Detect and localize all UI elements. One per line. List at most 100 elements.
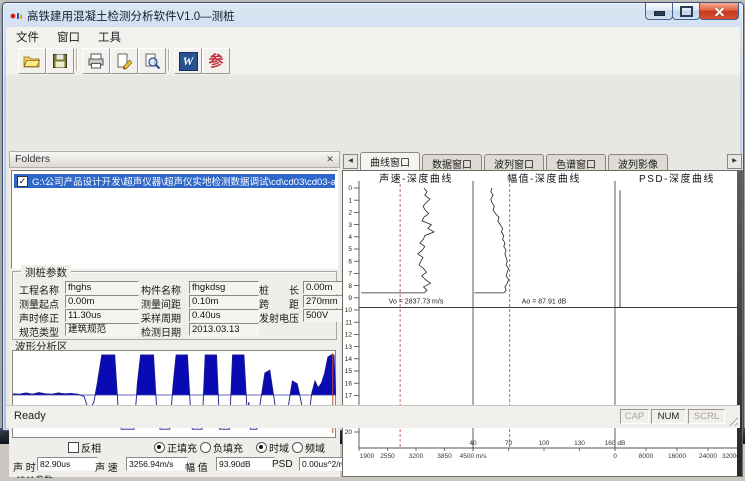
word-icon: W <box>179 52 198 71</box>
field-value-test_date[interactable]: 2013.03.13 <box>189 323 259 336</box>
open-file-button[interactable] <box>18 48 46 74</box>
word-export-button[interactable]: W <box>174 48 202 74</box>
svg-text:20: 20 <box>345 429 353 436</box>
svg-text:14: 14 <box>345 356 353 363</box>
file-list-item[interactable]: ✓ G:\公司产品设计开发\超声仪器\超声仪实地检测数据调试\cd\cd03\c… <box>14 174 335 188</box>
svg-text:12: 12 <box>345 332 353 339</box>
readout-value-1[interactable]: 3256.94m/s <box>126 457 188 471</box>
readout-value-0[interactable]: 82.90us <box>37 457 98 471</box>
save-button[interactable] <box>46 48 74 74</box>
print-preview-button[interactable] <box>138 48 166 74</box>
svg-text:16: 16 <box>345 380 353 387</box>
svg-text:8: 8 <box>348 283 352 290</box>
folders-panel-header[interactable]: Folders ✕ <box>9 151 340 168</box>
field-label-voltage: 发射电压 <box>259 310 299 325</box>
close-button[interactable] <box>699 3 739 20</box>
field-value-standard_type[interactable]: 建筑规范 <box>65 323 139 336</box>
field-label-standard_type: 规范类型 <box>19 324 59 339</box>
readout-value-3[interactable]: 0.00us^2/m <box>299 457 343 471</box>
field-label-project_name: 工程名称 <box>19 282 59 297</box>
svg-text:PSD-深度曲线: PSD-深度曲线 <box>639 172 715 185</box>
client-area: Folders ✕ ✓ G:\公司产品设计开发\超声仪器\超声仪实地检测数据调试… <box>6 75 740 406</box>
invert-label: 反相 <box>81 440 101 455</box>
vertical-scrollbar[interactable] <box>737 171 742 476</box>
folders-panel-title: Folders <box>15 153 50 165</box>
maximize-icon <box>680 6 693 17</box>
field-value-pile_length[interactable]: 0.00m <box>303 281 343 294</box>
maximize-button[interactable] <box>672 3 700 20</box>
svg-text:17: 17 <box>345 393 353 400</box>
field-value-sound_correction[interactable]: 11.30us <box>65 309 139 322</box>
svg-text:3200: 3200 <box>409 453 424 460</box>
readouts: 声 时82.90us声 速3256.94m/s幅 值93.90dBPSD0.00… <box>9 457 340 472</box>
print-setup-button[interactable] <box>110 48 138 74</box>
tab-scroll-left-icon[interactable]: ◀ <box>343 154 358 169</box>
menu-item-2[interactable]: 工具 <box>90 27 129 47</box>
tab-2[interactable]: 波列窗口 <box>484 154 544 170</box>
svg-text:15: 15 <box>345 368 353 375</box>
status-bar: Ready CAPNUMSCRL <box>6 405 740 428</box>
field-label-interval: 测量间距 <box>141 296 181 311</box>
field-value-sample_period[interactable]: 0.40us <box>189 309 259 322</box>
field-value-voltage[interactable]: 500V <box>303 309 343 322</box>
menu-item-0[interactable]: 文件 <box>8 27 47 47</box>
close-icon <box>714 6 725 17</box>
tab-3[interactable]: 色谱窗口 <box>546 154 606 170</box>
pile-params-title: 测桩参数 <box>21 265 71 280</box>
tab-4[interactable]: 波列影像 <box>608 154 668 170</box>
parameters-icon: 参 <box>208 54 223 69</box>
toolbar: W 参 <box>6 46 740 76</box>
curves-chart-area[interactable]: 01234567891011121314151617181920声速-深度曲线1… <box>342 170 743 477</box>
tab-strip: ◀ 曲线窗口数据窗口波列窗口色谱窗口波列影像 ▶ <box>342 151 743 170</box>
readout-value-2[interactable]: 93.90dB <box>216 457 275 471</box>
tab-scroll-right-icon[interactable]: ▶ <box>727 154 742 169</box>
svg-text:3850: 3850 <box>437 453 452 460</box>
parameters-button[interactable]: 参 <box>202 48 230 74</box>
menu-item-1[interactable]: 窗口 <box>49 27 88 47</box>
field-value-project_name[interactable]: fhghs <box>65 281 139 294</box>
svg-text:Ao = 87.91 dB: Ao = 87.91 dB <box>522 298 567 305</box>
time-domain-label: 时域 <box>269 440 289 455</box>
folders-close-icon[interactable]: ✕ <box>324 153 336 165</box>
file-listbox[interactable]: ✓ G:\公司产品设计开发\超声仪器\超声仪实地检测数据调试\cd\cd03\c… <box>11 170 338 269</box>
field-value-component_name[interactable]: fhgkdsg <box>189 281 259 294</box>
svg-text:24000: 24000 <box>699 453 717 460</box>
field-value-interval[interactable]: 0.10m <box>189 295 259 308</box>
field-label-test_date: 检测日期 <box>141 324 181 339</box>
readout-label-1: 声 速 <box>95 459 118 474</box>
depth-curves-plot: 01234567891011121314151617181920声速-深度曲线1… <box>343 171 742 476</box>
tab-1[interactable]: 数据窗口 <box>422 154 482 170</box>
field-value-span[interactable]: 270mm <box>303 295 343 308</box>
status-ready-text: Ready <box>14 410 46 422</box>
app-icon <box>10 9 23 22</box>
fill-positive-label: 正填充 <box>167 440 197 455</box>
printer-icon <box>87 52 105 70</box>
minimize-button[interactable] <box>645 3 673 20</box>
field-label-span: 跨 距 <box>259 296 299 311</box>
freq-domain-label: 频域 <box>305 440 325 455</box>
svg-text:5: 5 <box>348 246 352 253</box>
field-value-start_point[interactable]: 0.00m <box>65 295 139 308</box>
svg-text:9: 9 <box>348 295 352 302</box>
pile-params-groupbox: 测桩参数 工程名称fhghs构件名称fhgkdsg桩 长0.00m测量起点0.0… <box>12 271 337 340</box>
svg-text:2: 2 <box>348 210 352 217</box>
svg-text:声速-深度曲线: 声速-深度曲线 <box>379 172 453 185</box>
tab-0[interactable]: 曲线窗口 <box>360 152 420 170</box>
svg-text:7: 7 <box>348 271 352 278</box>
minimize-icon <box>654 11 665 16</box>
open-folder-icon <box>23 52 41 70</box>
file-checkbox[interactable]: ✓ <box>17 176 28 187</box>
svg-text:1: 1 <box>348 197 352 204</box>
resize-grip[interactable] <box>728 416 738 426</box>
readout-label-0: 声 时 <box>13 459 36 474</box>
svg-text:6: 6 <box>348 258 352 265</box>
svg-text:4500 m/s: 4500 m/s <box>460 453 487 460</box>
svg-text:0: 0 <box>348 185 352 192</box>
svg-text:13: 13 <box>345 344 353 351</box>
clipped-section-label: 4841参数 <box>15 473 53 478</box>
toolbar-separator <box>76 49 77 71</box>
titlebar[interactable]: 高铁建用混凝土检测分析软件V1.0—测桩 <box>3 3 743 27</box>
field-label-pile_length: 桩 长 <box>259 282 299 297</box>
print-button[interactable] <box>82 48 110 74</box>
svg-text:10: 10 <box>345 307 353 314</box>
